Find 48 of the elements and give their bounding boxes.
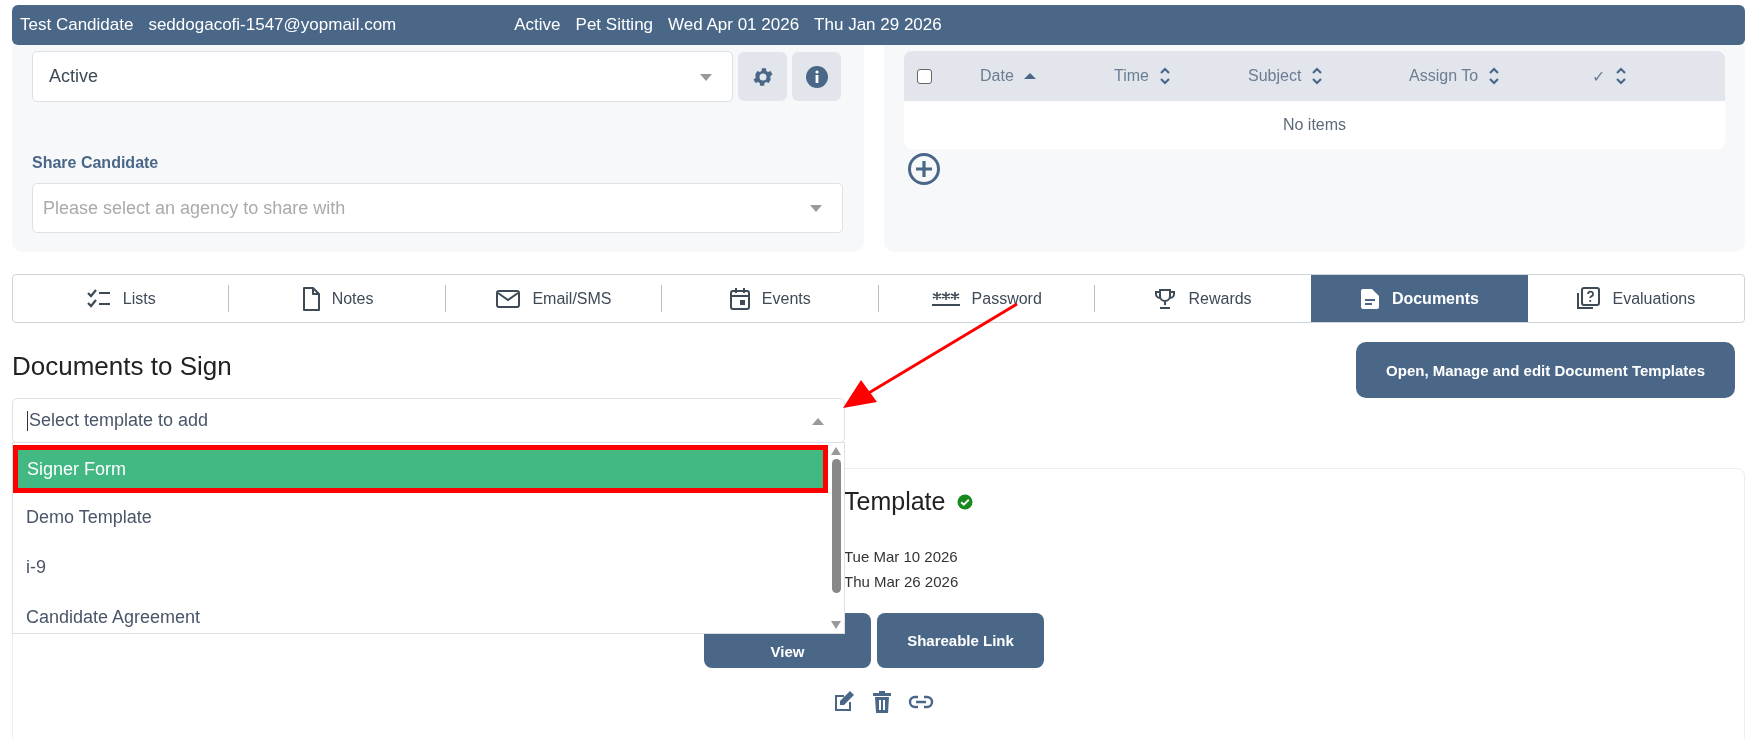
end-date: Thu Jan 29 2026 (814, 15, 942, 35)
tab[interactable]: Notes (229, 275, 446, 322)
start-date: Wed Apr 01 2026 (668, 15, 800, 35)
column-header[interactable]: ✓ (1572, 51, 1725, 101)
template-option[interactable]: Demo Template (13, 495, 828, 539)
edit-icon[interactable] (832, 690, 856, 714)
document-title: Template (844, 487, 946, 516)
document-date: Thu Mar 26 2026 (844, 572, 960, 592)
file-icon (301, 286, 320, 311)
tab[interactable]: Evaluations (1527, 275, 1744, 322)
candidate-name: Test Candidate (20, 15, 134, 35)
template-option[interactable]: i-9 (13, 545, 828, 589)
delete-icon[interactable] (872, 690, 892, 714)
envelope-icon (496, 289, 521, 308)
tab[interactable]: Lists (13, 275, 230, 322)
candidate-status: Active (514, 15, 561, 35)
scroll-up-icon[interactable] (831, 447, 841, 455)
info-button[interactable] (792, 52, 841, 101)
select-all-checkbox[interactable] (917, 68, 932, 84)
template-select[interactable]: Select template to add (12, 398, 845, 443)
question-icon (1576, 286, 1601, 311)
share-candidate-label: Share Candidate (32, 154, 160, 172)
settings-button[interactable] (738, 52, 787, 101)
status-select[interactable]: Active (32, 51, 733, 102)
templates-button[interactable]: Open, Manage and edit Document Templates (1356, 342, 1735, 398)
tab[interactable]: Events (662, 275, 879, 322)
tab[interactable]: Documents (1311, 275, 1528, 322)
link-icon[interactable] (908, 694, 934, 710)
document-date: Tue Mar 10 2026 (844, 547, 959, 567)
calendar-icon (729, 287, 750, 310)
tab[interactable]: Rewards (1094, 275, 1312, 322)
section-title: Documents to Sign (12, 351, 232, 382)
candidate-email: seddogacofi-1547@yopmail.com (148, 15, 397, 35)
add-icon[interactable] (907, 152, 941, 186)
tab[interactable]: Password (878, 275, 1095, 322)
caret-icon (700, 73, 712, 81)
caret-icon (810, 205, 822, 212)
caret-icon (812, 417, 824, 425)
scroll-down-icon[interactable] (831, 621, 841, 629)
checklist-icon (86, 287, 111, 310)
tab[interactable]: Email/SMS (445, 275, 663, 322)
info-icon (804, 64, 829, 89)
document-button[interactable]: Shareable Link (877, 613, 1044, 668)
candidate-service: Pet Sitting (575, 15, 654, 35)
password-icon (931, 290, 960, 307)
empty-message: No items (1282, 116, 1347, 134)
document-icon (1359, 287, 1380, 310)
trophy-icon (1154, 287, 1177, 310)
